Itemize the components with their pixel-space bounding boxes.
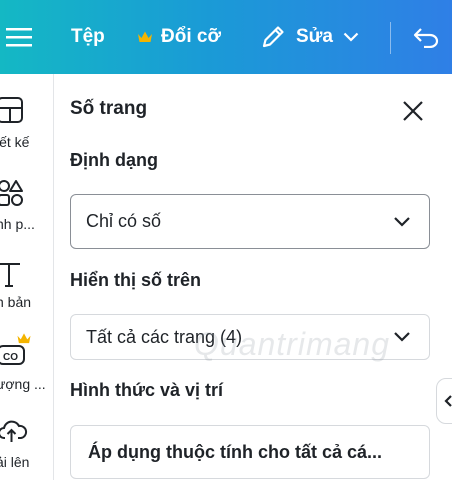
chevron-down-icon — [343, 32, 359, 42]
collapse-panel-tab[interactable] — [436, 378, 452, 424]
apply-to-all-button[interactable]: Áp dụng thuộc tính cho tất cả cá... — [70, 425, 430, 479]
close-icon — [403, 101, 423, 121]
upload-cloud-icon — [0, 420, 28, 442]
resize-button[interactable]: Đổi cỡ — [137, 0, 221, 74]
top-toolbar: Tệp Đổi cỡ Sửa — [0, 0, 452, 74]
sidebar-item-label: n bản — [0, 294, 32, 310]
edit-mode-button[interactable]: Sửa — [260, 0, 359, 74]
format-select[interactable]: Chỉ có số — [70, 194, 430, 249]
undo-button[interactable] — [412, 0, 440, 74]
edit-label: Sửa — [296, 26, 333, 47]
resize-label: Đổi cỡ — [161, 26, 221, 47]
show-on-label: Hiển thị số trên — [70, 270, 202, 290]
svg-text:CO: CO — [3, 352, 18, 363]
undo-icon — [413, 28, 439, 48]
format-value: Chỉ có số — [86, 211, 162, 231]
sidebar-item-label: nh p... — [0, 216, 35, 232]
show-on-value: Tất cả các trang (4) — [86, 326, 243, 347]
apply-to-all-label: Áp dụng thuộc tính cho tất cả cá... — [88, 441, 383, 462]
format-label: Định dạng — [70, 150, 158, 170]
chevron-down-icon — [394, 216, 410, 227]
left-sidebar: iết kế nh p... n bản CO ượng ... ải lên — [0, 74, 54, 480]
file-menu-label: Tệp — [71, 26, 105, 47]
design-layout-icon — [0, 97, 23, 123]
elements-shapes-icon — [0, 180, 23, 206]
chevron-left-icon — [444, 395, 452, 407]
hamburger-icon — [6, 28, 32, 47]
menu-button[interactable] — [6, 0, 32, 74]
file-menu-button[interactable]: Tệp — [71, 0, 105, 74]
sidebar-item-label: ải lên — [0, 454, 30, 470]
style-position-label: Hình thức và vị trí — [70, 380, 224, 400]
sidebar-item-label: iết kế — [0, 134, 30, 150]
page-numbers-panel: Số trang Định dạng Chỉ có số Hiển thị số… — [54, 74, 452, 480]
toolbar-divider — [390, 22, 391, 54]
brand-kit-icon: CO — [0, 345, 25, 365]
sidebar-item-label: ượng ... — [0, 376, 46, 392]
close-button[interactable] — [400, 98, 426, 124]
crown-icon — [138, 31, 152, 42]
chevron-down-icon — [394, 332, 410, 342]
show-on-select[interactable]: Tất cả các trang (4) — [70, 314, 430, 360]
panel-title: Số trang — [70, 98, 148, 119]
text-icon — [0, 263, 20, 287]
pencil-icon — [262, 26, 284, 48]
